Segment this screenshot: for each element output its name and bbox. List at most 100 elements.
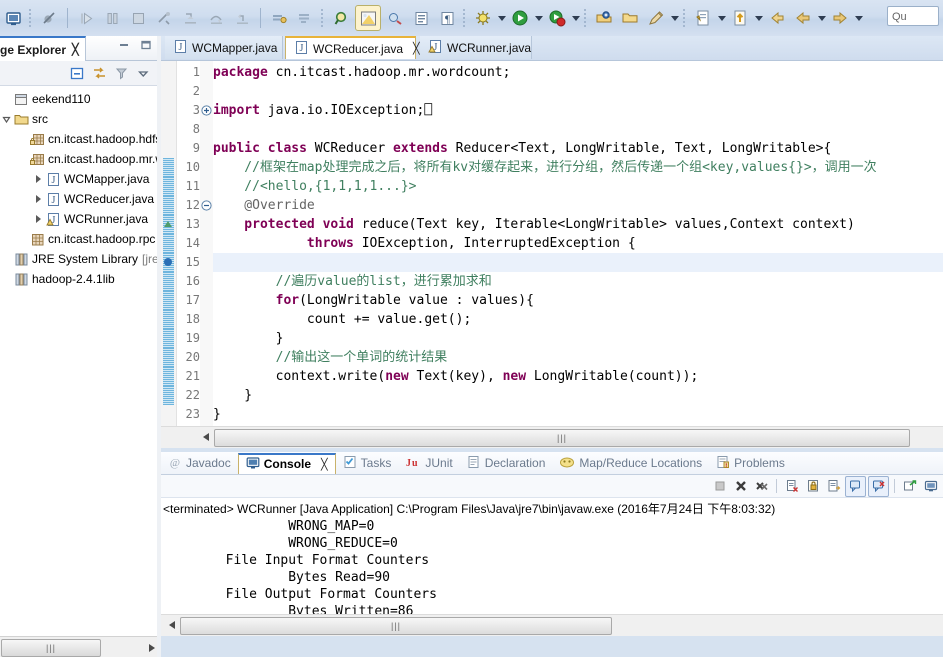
upload-icon[interactable] [728,6,752,30]
remove-launch-button[interactable] [731,477,750,496]
restore-perspective-icon[interactable] [1,6,25,30]
new-java-package-icon[interactable] [293,6,317,30]
step-return-icon[interactable] [230,6,254,30]
scrollbar-thumb[interactable]: ||| [214,429,910,447]
tree-item[interactable]: cn.itcast.hadoop.hdfs [0,129,157,149]
forward-dropdown-icon[interactable] [853,7,864,29]
tab-wcreducer[interactable]: J WCReducer.java ╳ [285,36,420,59]
chevron-right-icon[interactable] [32,169,45,189]
scroll-left-arrow-icon[interactable] [203,433,209,441]
remove-all-terminated-button[interactable] [752,477,771,496]
external-tools-icon[interactable] [592,6,616,30]
word-wrap-button[interactable] [824,477,843,496]
open-console-button[interactable] [900,477,919,496]
terminate-icon[interactable] [126,6,150,30]
disconnect-icon[interactable] [152,6,176,30]
tab-package-explorer[interactable]: ge Explorer ╳ [0,36,86,61]
suspend-icon[interactable] [100,6,124,30]
code-line: context.write(new Text(key), new LongWri… [213,367,699,386]
tab-problems[interactable]: Problems [709,453,792,474]
tab-javadoc[interactable]: @ Javadoc [161,453,238,474]
editor-hscrollbar[interactable]: ||| [161,426,943,448]
minimize-view-button[interactable] [117,38,131,52]
scrollbar-thumb[interactable]: ||| [180,617,612,635]
tab-tasks[interactable]: Tasks [336,453,399,474]
tree-item[interactable]: src [0,109,157,129]
link-with-editor-icon[interactable] [89,63,109,83]
step-into-icon[interactable] [178,6,202,30]
bug-dropdown-icon[interactable] [496,7,507,29]
fold-expand-icon[interactable] [201,105,212,116]
coverage-icon[interactable] [545,6,569,30]
skip-breakpoints-icon[interactable] [37,6,61,30]
fold-collapse-icon[interactable] [201,200,212,211]
tab-wcmapper[interactable]: J WCMapper.java [165,36,283,59]
tab-wcrunner[interactable]: J WCRunner.java [420,36,532,59]
console-hscrollbar[interactable]: ||| [161,614,943,636]
editor-body[interactable]: package cn.itcast.hadoop.mr.wordcount; im… [161,61,943,427]
svg-text:J: J [300,43,304,54]
tree-item[interactable]: cn.itcast.hadoop.mr.w [0,149,157,169]
prev-dropdown-icon[interactable] [816,7,827,29]
upload-dropdown-icon[interactable] [753,7,764,29]
open-resource-icon[interactable] [409,6,433,30]
tree-item[interactable]: hadoop-2.4.1lib [0,269,157,289]
pin-console-button[interactable] [845,475,866,497]
new-java-class-icon[interactable] [267,6,291,30]
open-type-icon[interactable] [383,6,407,30]
display-selected-console-button[interactable] [868,475,889,497]
view-menu-icon[interactable] [133,63,153,83]
scrollbar-thumb[interactable]: ||| [1,639,101,657]
editor-code-area[interactable]: package cn.itcast.hadoop.mr.wordcount; im… [213,61,943,427]
tree-item[interactable]: cn.itcast.hadoop.rpc [0,229,157,249]
editor-folding-gutter[interactable] [200,61,213,427]
close-icon[interactable]: ╳ [413,42,420,55]
close-icon[interactable]: ╳ [72,43,79,56]
scroll-right-arrow-icon[interactable] [149,644,155,652]
package-explorer-tree[interactable]: eekend110 src cn.itcast.hadoop.hdfs cn.itca… [0,86,157,641]
view-menu-filter-icon[interactable] [111,63,131,83]
forward-icon[interactable] [828,6,852,30]
pen-dropdown-icon[interactable] [669,7,680,29]
terminate-console-button[interactable] [710,477,729,496]
annotation-icon[interactable] [355,5,381,31]
pen-icon[interactable] [644,6,668,30]
step-over-icon[interactable] [204,6,228,30]
tab-console[interactable]: Console ╳ [237,452,336,474]
tree-item[interactable]: JRE System Library[jre7] [0,249,157,269]
clear-console-button[interactable] [782,477,801,496]
open-folder-icon[interactable] [618,6,642,30]
collapse-all-icon[interactable] [67,63,87,83]
maximize-view-button[interactable] [139,38,153,52]
run-icon[interactable] [508,6,532,30]
chevron-right-icon[interactable] [32,189,45,209]
prev-icon[interactable] [791,6,815,30]
chevron-down-icon[interactable] [0,109,13,129]
bug-icon[interactable] [471,6,495,30]
tab-map-reduce-locations[interactable]: Map/Reduce Locations [552,453,709,474]
tab-junit[interactable]: Ju JUnit [398,453,459,474]
pilcrow-icon[interactable]: ¶ [435,6,459,30]
tab-declaration[interactable]: Declaration [460,453,553,474]
tree-item[interactable]: J WCMapper.java [0,169,157,189]
new-document-dropdown-icon[interactable] [716,7,727,29]
console-output-text[interactable]: WRONG_MAP=0 WRONG_REDUCE=0 File Input Fo… [161,518,943,620]
package-explorer-hscrollbar[interactable]: ||| [0,636,157,657]
tree-item[interactable]: eekend110 [0,89,157,109]
back-icon[interactable] [765,6,789,30]
close-icon[interactable]: ╳ [321,458,328,471]
tree-item[interactable]: J WCReducer.java [0,189,157,209]
new-console-view-button[interactable] [921,477,940,496]
resume-icon[interactable] [74,6,98,30]
quick-access-input[interactable]: Qu [887,6,939,26]
new-document-icon[interactable] [691,6,715,30]
chevron-right-icon[interactable] [32,209,45,229]
tree-item[interactable]: J WCRunner.java [0,209,157,229]
scroll-lock-button[interactable] [803,477,822,496]
run-dropdown-icon[interactable] [533,7,544,29]
scroll-left-arrow-icon[interactable] [169,621,175,629]
coverage-dropdown-icon[interactable] [570,7,581,29]
search-icon[interactable] [329,6,353,30]
package-explorer-view: ge Explorer ╳ eekend110 src cn.itcast.ha… [0,36,157,641]
breakpoint-icon[interactable] [164,258,172,266]
